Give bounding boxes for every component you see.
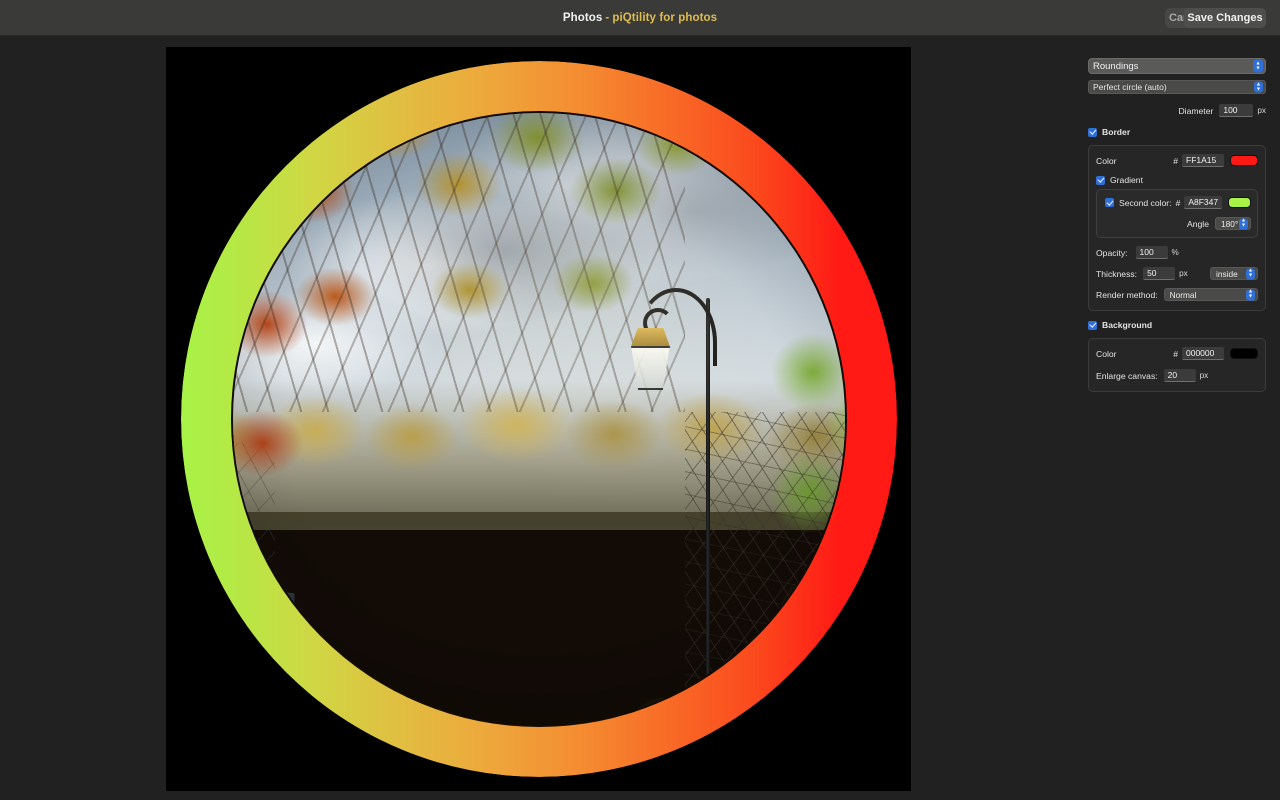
background-label: Background [1102,320,1153,330]
app-name-label: Photos [562,12,603,24]
background-checkbox-row[interactable]: Background [1088,320,1266,330]
photo-disc [232,113,845,725]
enlarge-canvas-row: Enlarge canvas: 20 px [1096,368,1258,383]
section-selector-roundings[interactable]: Roundings ▴ ▾ [1088,58,1266,74]
enlarge-canvas-label: Enlarge canvas: [1096,370,1158,381]
window-title-bar: Photos - piQtility for photos Cancel Sav… [0,0,1280,36]
chevron-updown-icon[interactable]: ▴ ▾ [1246,289,1255,300]
background-color-row: Color # 000000 [1096,346,1258,361]
opacity-input[interactable]: 100 [1135,246,1168,259]
diameter-input[interactable]: 100 [1219,104,1254,117]
opacity-label: Opacity: [1096,247,1128,258]
border-checkbox-row[interactable]: Border [1088,127,1266,137]
thickness-position-label: inside [1216,268,1238,279]
background-checkbox[interactable] [1088,320,1097,330]
background-color-hash: # [1173,348,1178,359]
enlarge-canvas-input[interactable]: 20 [1163,369,1196,382]
background-settings-group: Color # 000000 Enlarge canvas: 20 px [1088,338,1266,392]
app-subtitle-label: piQtility for photos [612,12,718,24]
shape-preset-select[interactable]: Perfect circle (auto) ▴ ▾ [1088,80,1266,94]
chevron-down-glyph: ▾ [1256,86,1260,92]
diameter-unit-label: px [1257,106,1266,115]
rounded-image-preview [180,61,897,777]
background-color-swatch[interactable] [1230,348,1258,359]
angle-label: Angle [1187,218,1209,229]
thickness-row: Thickness: 50 px inside ▴ ▾ [1096,266,1258,281]
diameter-label: Diameter [1178,105,1214,116]
border-color-hash: # [1173,155,1178,166]
chevron-down-glyph: ▾ [1256,65,1260,71]
second-color-label: Second color: [1119,197,1172,208]
border-label: Border [1102,127,1131,137]
save-changes-button[interactable]: Save Changes [1184,8,1266,28]
border-settings-group: Color # FF1A15 Gradient Second color: # … [1088,145,1266,311]
section-title-label: Roundings [1093,60,1139,72]
render-method-label: Render method: [1096,289,1158,300]
thickness-input[interactable]: 50 [1143,267,1176,280]
chevron-down-glyph: ▾ [1241,222,1245,229]
border-color-hex-input[interactable]: FF1A15 [1182,154,1224,167]
background-color-label: Color [1096,348,1117,359]
chevron-down-glyph: ▾ [1248,293,1252,300]
gradient-settings-group: Second color: # A8F347 Angle 180° ▴ ▾ [1096,189,1258,238]
gradient-checkbox[interactable] [1096,175,1105,185]
background-color-hex-input[interactable]: 000000 [1182,347,1224,360]
thickness-label: Thickness: [1096,268,1138,279]
second-color-checkbox[interactable] [1105,198,1114,207]
render-method-value-label: Normal [1169,289,1197,300]
angle-row: Angle 180° ▴ ▾ [1105,216,1251,231]
chevron-updown-icon[interactable]: ▴ ▾ [1253,59,1263,73]
chevron-updown-icon[interactable]: ▴ ▾ [1254,81,1263,93]
enlarge-canvas-unit-label: px [1199,371,1209,380]
shape-preset-label: Perfect circle (auto) [1093,82,1167,92]
photo-vignette [232,113,845,725]
second-color-hash: # [1175,197,1181,208]
image-preview-canvas[interactable] [166,47,911,791]
render-method-select[interactable]: Normal ▴ ▾ [1163,288,1258,301]
opacity-unit-label: % [1171,248,1179,257]
border-color-label: Color [1096,155,1117,166]
border-color-row: Color # FF1A15 [1096,153,1258,168]
chevron-down-glyph: ▾ [1248,272,1252,279]
gradient-label: Gradient [1110,175,1143,185]
render-method-row: Render method: Normal ▴ ▾ [1096,287,1258,302]
window-title: Photos - piQtility for photos [0,0,1280,36]
chevron-updown-icon[interactable]: ▴ ▾ [1246,268,1255,279]
thickness-unit-label: px [1179,269,1188,278]
border-color-swatch[interactable] [1230,155,1258,166]
angle-value-label: 180° [1221,218,1239,229]
thickness-position-select[interactable]: inside ▴ ▾ [1210,267,1258,280]
second-color-swatch[interactable] [1228,197,1251,208]
title-separator: - [605,12,610,24]
roundings-panel: Roundings ▴ ▾ Perfect circle (auto) ▴ ▾ … [1088,58,1266,392]
gradient-checkbox-row[interactable]: Gradient [1096,175,1258,185]
second-color-hex-input[interactable]: A8F347 [1184,196,1223,209]
source-photograph [232,113,845,725]
diameter-row: Diameter 100 px [1088,103,1266,118]
chevron-updown-icon[interactable]: ▴ ▾ [1239,218,1248,229]
opacity-row: Opacity: 100 % [1096,245,1258,260]
angle-select[interactable]: 180° ▴ ▾ [1215,217,1251,230]
second-color-row: Second color: # A8F347 [1105,195,1251,210]
border-checkbox[interactable] [1088,127,1097,137]
